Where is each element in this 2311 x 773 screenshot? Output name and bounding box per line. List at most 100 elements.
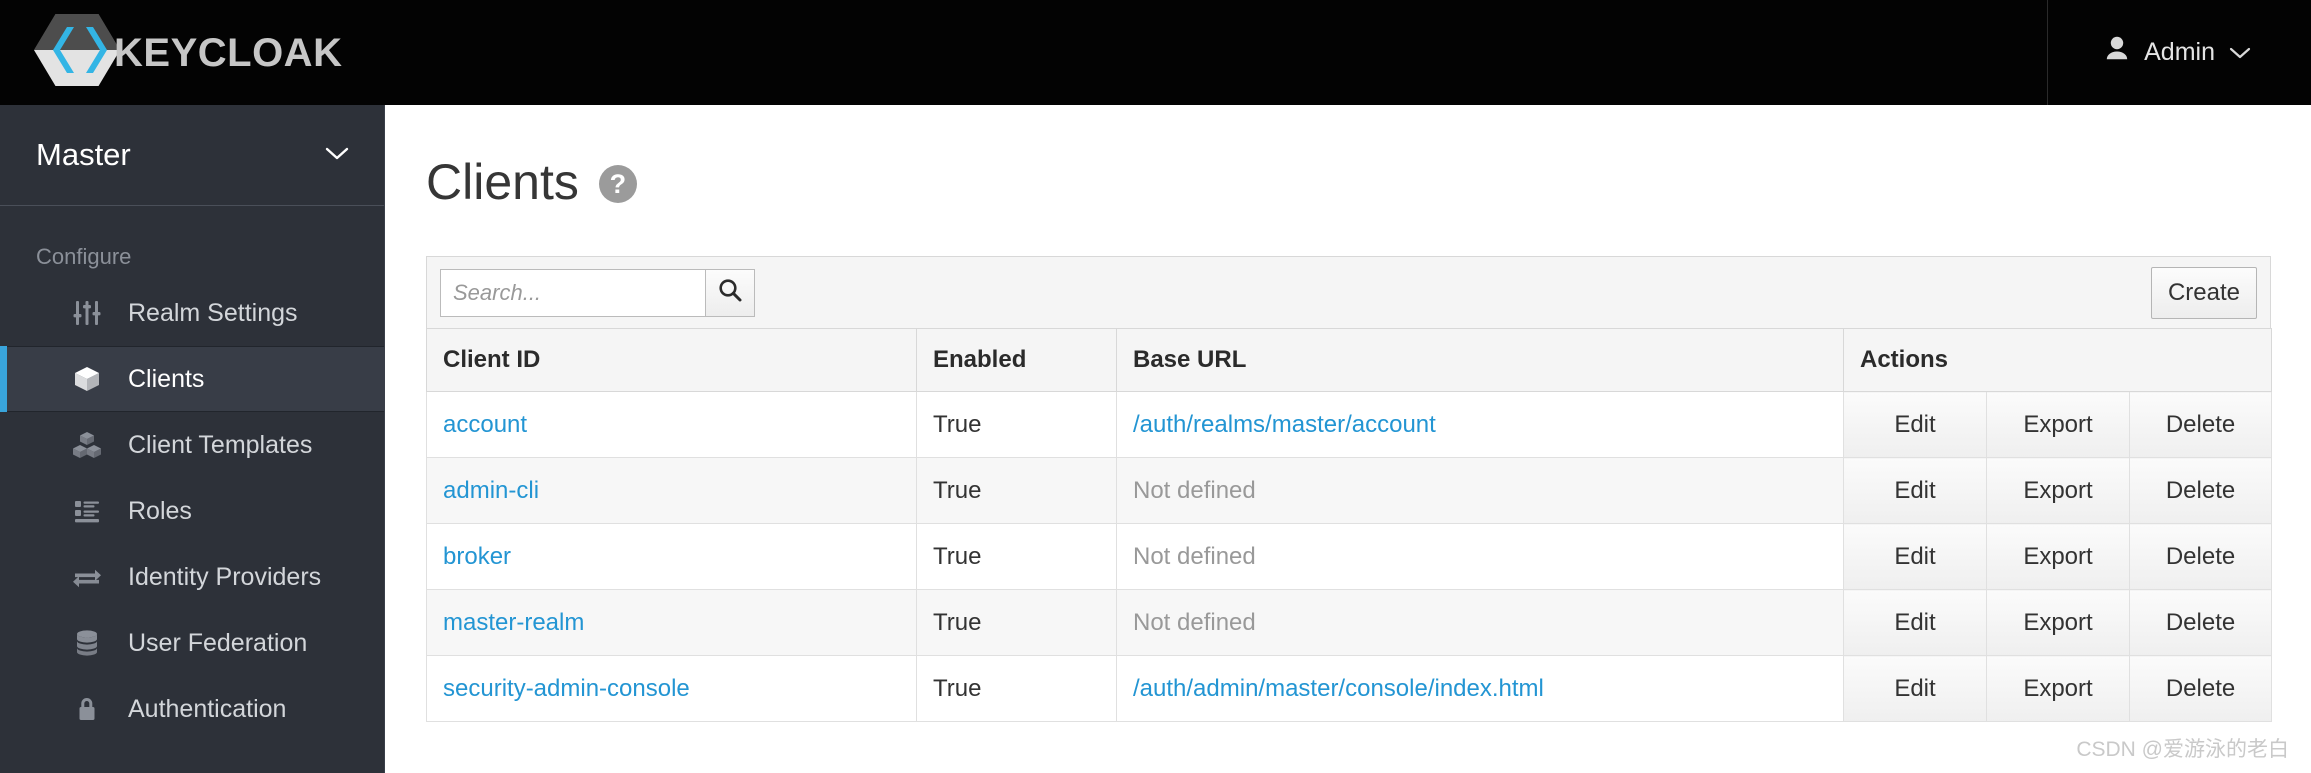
edit-button[interactable]: Edit <box>1843 391 1987 458</box>
cell-enabled: True <box>916 655 1117 722</box>
lock-icon <box>70 692 104 726</box>
client-id-link[interactable]: broker <box>443 543 511 570</box>
cell-enabled: True <box>916 391 1117 458</box>
cell-client-id: master-realm <box>426 589 917 656</box>
sidebar-item-authentication[interactable]: Authentication <box>0 676 384 742</box>
keycloak-hexagon-logo <box>34 13 120 92</box>
sidebar-item-user-federation[interactable]: User Federation <box>0 610 384 676</box>
sidebar-item-label: Client Templates <box>128 430 313 459</box>
table-head: Client ID Enabled Base URL Actions <box>426 328 2273 392</box>
cell-enabled: True <box>916 523 1117 590</box>
delete-button[interactable]: Delete <box>2128 457 2273 524</box>
sidebar-item-label: User Federation <box>128 628 308 657</box>
export-button[interactable]: Export <box>1986 655 2130 722</box>
cell-client-id: broker <box>426 523 917 590</box>
search-group <box>440 268 755 317</box>
search-input[interactable] <box>440 268 705 317</box>
sidebar-item-client-templates[interactable]: Client Templates <box>0 412 384 478</box>
nav-section-label-configure: Configure <box>36 244 132 269</box>
sidebar-item-identity-providers[interactable]: Identity Providers <box>0 544 384 610</box>
base-url-link[interactable]: /auth/admin/master/console/index.html <box>1133 675 1544 702</box>
table-row: master-realm True Not defined Edit Expor… <box>426 589 2273 656</box>
keycloak-admin-console: KEYCLOAK Admin Master Configure Realm Se… <box>0 0 2311 773</box>
cell-enabled: True <box>916 457 1117 524</box>
client-id-link[interactable]: account <box>443 411 527 438</box>
cell-base-url: Not defined <box>1116 523 1844 590</box>
edit-button[interactable]: Edit <box>1843 655 1987 722</box>
exchange-arrows-icon <box>70 560 104 594</box>
client-id-link[interactable]: security-admin-console <box>443 675 690 702</box>
client-id-link[interactable]: admin-cli <box>443 477 539 504</box>
base-url-not-defined: Not defined <box>1133 476 1256 504</box>
edit-button[interactable]: Edit <box>1843 457 1987 524</box>
cell-base-url: /auth/admin/master/console/index.html <box>1116 655 1844 722</box>
export-button[interactable]: Export <box>1986 457 2130 524</box>
brand-wordmark: KEYCLOAK <box>114 30 343 75</box>
base-url-not-defined: Not defined <box>1133 542 1256 570</box>
delete-button[interactable]: Delete <box>2128 655 2273 722</box>
sliders-icon <box>70 296 104 330</box>
realm-selector[interactable]: Master <box>0 105 384 206</box>
export-button[interactable]: Export <box>1986 391 2130 458</box>
search-icon <box>717 277 743 308</box>
export-button[interactable]: Export <box>1986 589 2130 656</box>
clients-table-panel: Create Client ID Enabled Base URL Action… <box>426 256 2273 722</box>
sidebar-item-roles[interactable]: Roles <box>0 478 384 544</box>
cell-enabled: True <box>916 589 1117 656</box>
cell-base-url: Not defined <box>1116 589 1844 656</box>
user-avatar-icon <box>2104 35 2130 70</box>
create-button[interactable]: Create <box>2150 266 2257 319</box>
delete-button[interactable]: Delete <box>2128 589 2273 656</box>
table-toolbar: Create <box>426 256 2271 328</box>
chevron-down-icon <box>2229 38 2251 67</box>
sidebar-item-label: Identity Providers <box>128 562 322 591</box>
table-body: account True /auth/realms/master/account… <box>426 391 2273 722</box>
delete-button[interactable]: Delete <box>2128 391 2273 458</box>
search-button[interactable] <box>705 268 755 317</box>
client-id-link[interactable]: master-realm <box>443 609 584 636</box>
sidebar-item-label: Clients <box>128 364 205 393</box>
clients-table: Client ID Enabled Base URL Actions accou… <box>426 328 2273 722</box>
column-header-base-url[interactable]: Base URL <box>1116 328 1844 392</box>
table-row: broker True Not defined Edit Export Dele… <box>426 523 2273 590</box>
cube-icon <box>70 362 104 396</box>
realm-selector-label: Master <box>36 137 131 172</box>
delete-button[interactable]: Delete <box>2128 523 2273 590</box>
help-circle-icon[interactable]: ? <box>598 165 637 203</box>
brand-logo[interactable]: KEYCLOAK <box>0 0 342 105</box>
sidebar-item-label: Roles <box>128 496 192 525</box>
column-header-client-id[interactable]: Client ID <box>426 328 917 392</box>
chevron-down-icon <box>324 145 350 166</box>
column-header-enabled[interactable]: Enabled <box>916 328 1117 392</box>
page-title: Clients <box>426 154 579 210</box>
cubes-icon <box>70 428 104 462</box>
watermark: CSDN @爱游泳的老白 <box>2076 738 2289 761</box>
cell-client-id: security-admin-console <box>426 655 917 722</box>
main-content: Clients ? Create <box>386 105 2311 773</box>
list-icon <box>70 494 104 528</box>
cell-client-id: admin-cli <box>426 457 917 524</box>
header-right-area: Admin <box>2047 0 2311 105</box>
sidebar-item-label: Realm Settings <box>128 298 298 327</box>
table-row: admin-cli True Not defined Edit Export D… <box>426 457 2273 524</box>
export-button[interactable]: Export <box>1986 523 2130 590</box>
base-url-link[interactable]: /auth/realms/master/account <box>1133 411 1436 438</box>
table-header-row: Client ID Enabled Base URL Actions <box>426 328 2273 392</box>
sidebar-item-label: Authentication <box>128 694 287 723</box>
cell-base-url: Not defined <box>1116 457 1844 524</box>
database-icon <box>70 626 104 660</box>
cell-client-id: account <box>426 391 917 458</box>
edit-button[interactable]: Edit <box>1843 589 1987 656</box>
column-header-actions[interactable]: Actions <box>1842 328 2273 392</box>
sidebar: Master Configure Realm Settings Clients … <box>0 105 385 773</box>
page-header: Clients ? <box>386 105 2311 207</box>
cell-base-url: /auth/realms/master/account <box>1116 391 1844 458</box>
edit-button[interactable]: Edit <box>1843 523 1987 590</box>
user-menu-button[interactable]: Admin <box>2104 35 2251 70</box>
table-row: security-admin-console True /auth/admin/… <box>426 655 2273 722</box>
sidebar-item-realm-settings[interactable]: Realm Settings <box>0 280 384 346</box>
base-url-not-defined: Not defined <box>1133 608 1256 636</box>
top-header-bar: KEYCLOAK Admin <box>0 0 2311 105</box>
user-menu-label: Admin <box>2144 38 2215 66</box>
sidebar-item-clients[interactable]: Clients <box>0 346 384 412</box>
